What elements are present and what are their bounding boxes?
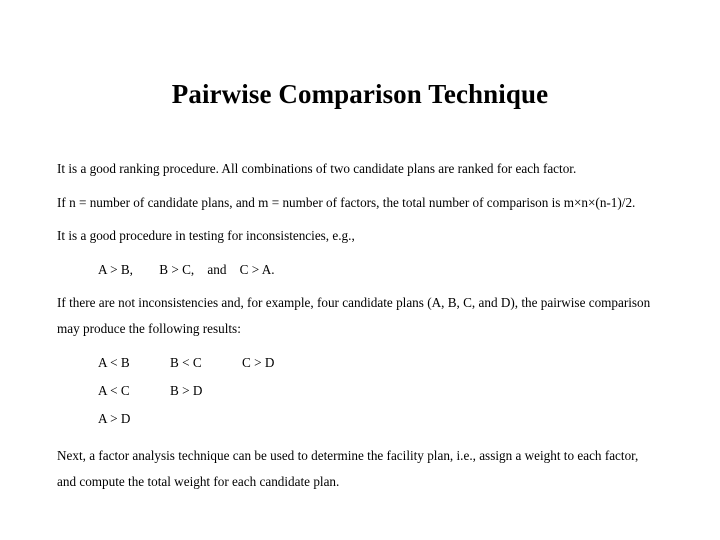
slide-body: It is a good ranking procedure. All comb… — [57, 156, 653, 502]
paragraph-formula: If n = number of candidate plans, and m … — [57, 194, 636, 210]
inconsistency-example-line: A > B, B > C, and C > A. — [98, 261, 275, 277]
results-list: A < B B < C C > D A < C B > D A > D — [57, 349, 653, 433]
paragraph-conclusion: Next, a factor analysis technique can be… — [57, 448, 639, 489]
results-row: A < C B > D — [98, 377, 653, 405]
result-cell: A < C — [98, 383, 130, 398]
paragraph-four-plans: If there are not inconsistencies and, fo… — [57, 295, 651, 336]
result-cell: C > D — [242, 355, 275, 370]
result-cell: B > D — [170, 383, 203, 398]
paragraph-inconsistency-intro: It is a good procedure in testing for in… — [57, 228, 355, 243]
slide: Pairwise Comparison Technique It is a go… — [0, 0, 720, 540]
result-cell: A < B — [98, 355, 130, 370]
paragraph-intro: It is a good ranking procedure. All comb… — [57, 161, 577, 176]
page-title: Pairwise Comparison Technique — [171, 79, 549, 109]
result-cell: A > D — [98, 411, 131, 426]
results-row: A < B B < C C > D — [98, 349, 653, 377]
results-row: A > D — [98, 405, 653, 433]
result-cell: B < C — [170, 355, 202, 370]
